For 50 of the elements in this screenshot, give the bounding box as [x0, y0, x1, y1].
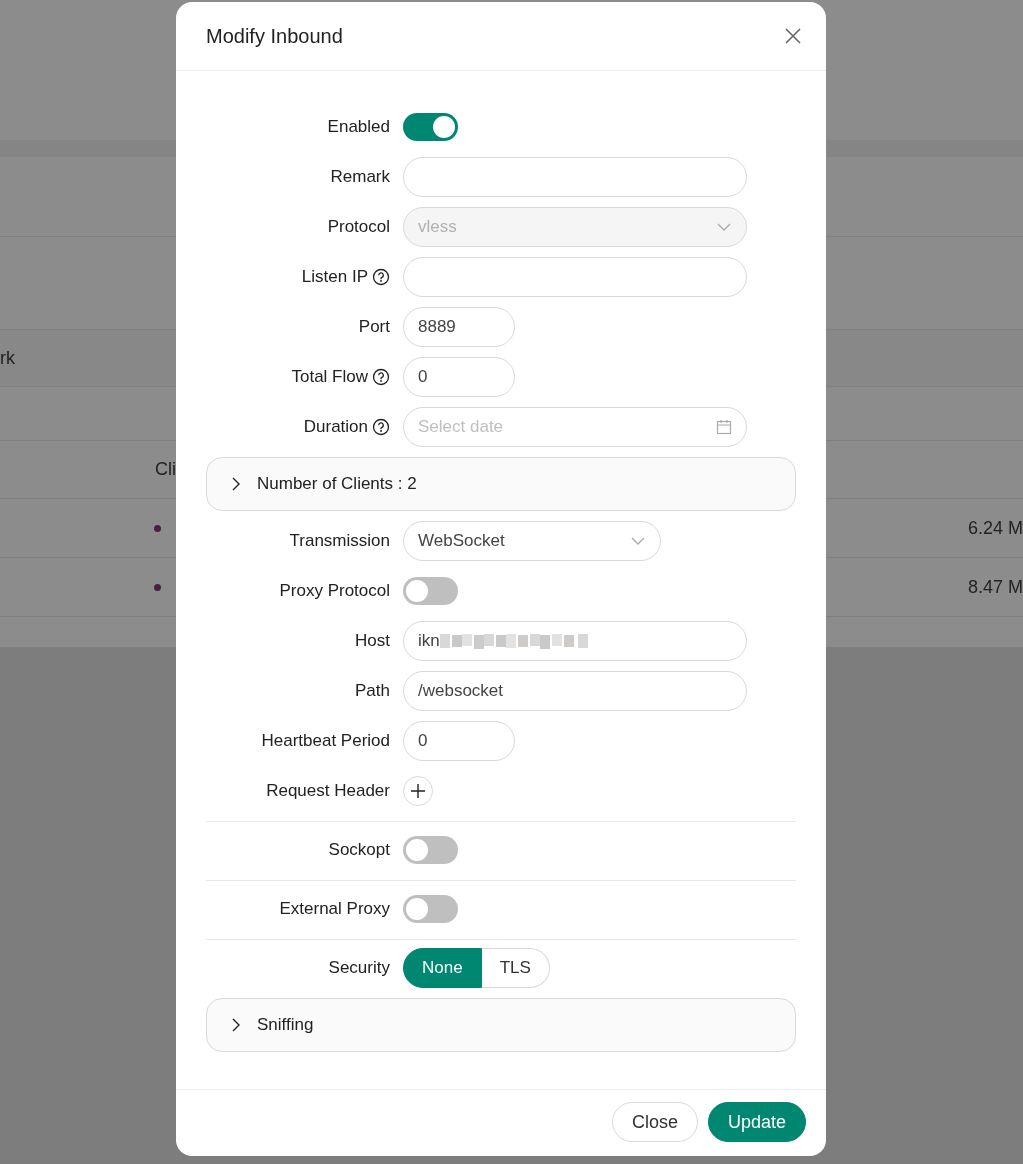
field-label: Total Flow — [291, 367, 368, 387]
toggle-switch[interactable] — [403, 113, 458, 141]
field-label: Duration — [303, 417, 368, 437]
field-label: Path — [355, 681, 390, 701]
help-icon[interactable] — [372, 368, 390, 386]
status-dot — [154, 583, 161, 591]
input-field[interactable]: ikn — [403, 621, 747, 661]
input-field[interactable]: 8889 — [403, 307, 515, 347]
field-label: Sockopt — [328, 840, 390, 860]
table-header-cell: rk — [0, 347, 15, 369]
table-cell: 6.24 M — [967, 517, 1023, 539]
table-cell: 8.47 M — [967, 576, 1023, 598]
input-field[interactable]: /websocket — [403, 671, 747, 711]
panel-title: Number of Clients : 2 — [257, 474, 417, 494]
field-label: Transmission — [289, 531, 390, 551]
help-icon[interactable] — [372, 268, 390, 286]
dialog-title: Modify Inbound — [206, 24, 343, 48]
plus-icon — [410, 783, 426, 799]
segment-option[interactable]: None — [403, 948, 482, 988]
close-button[interactable]: Close — [611, 1102, 698, 1142]
close-icon[interactable] — [784, 27, 802, 45]
table-header-cell-text: Cli — [154, 459, 176, 480]
input-field[interactable] — [403, 257, 747, 297]
input-field[interactable]: 0 — [403, 721, 515, 761]
collapse-panel[interactable]: Number of Clients : 2 — [206, 457, 796, 511]
field-label: Request Header — [266, 781, 390, 801]
collapse-panel[interactable]: Sniffing — [206, 998, 796, 1052]
status-dot — [154, 524, 161, 532]
update-button[interactable]: Update — [707, 1102, 806, 1142]
help-icon[interactable] — [372, 418, 390, 436]
input-field[interactable]: 0 — [403, 357, 515, 397]
panel-title: Sniffing — [257, 1015, 314, 1035]
input-field[interactable] — [403, 157, 747, 197]
select-field[interactable]: WebSocket — [403, 521, 661, 561]
field-label: Heartbeat Period — [261, 731, 390, 751]
field-label: Protocol — [327, 217, 390, 237]
field-label: Host — [355, 631, 390, 651]
field-label: Enabled — [327, 117, 390, 137]
segment-option[interactable]: TLS — [481, 948, 550, 988]
field-label: Listen IP — [301, 267, 368, 287]
field-label: Remark — [330, 167, 390, 187]
field-label: Proxy Protocol — [279, 581, 390, 601]
toggle-switch[interactable] — [403, 836, 458, 864]
calendar-icon — [716, 419, 732, 435]
field-label: External Proxy — [279, 899, 390, 919]
add-button[interactable] — [403, 776, 433, 806]
field-label: Security — [328, 958, 390, 978]
toggle-switch[interactable] — [403, 895, 458, 923]
toggle-switch[interactable] — [403, 577, 458, 605]
field-label: Port — [358, 317, 390, 337]
